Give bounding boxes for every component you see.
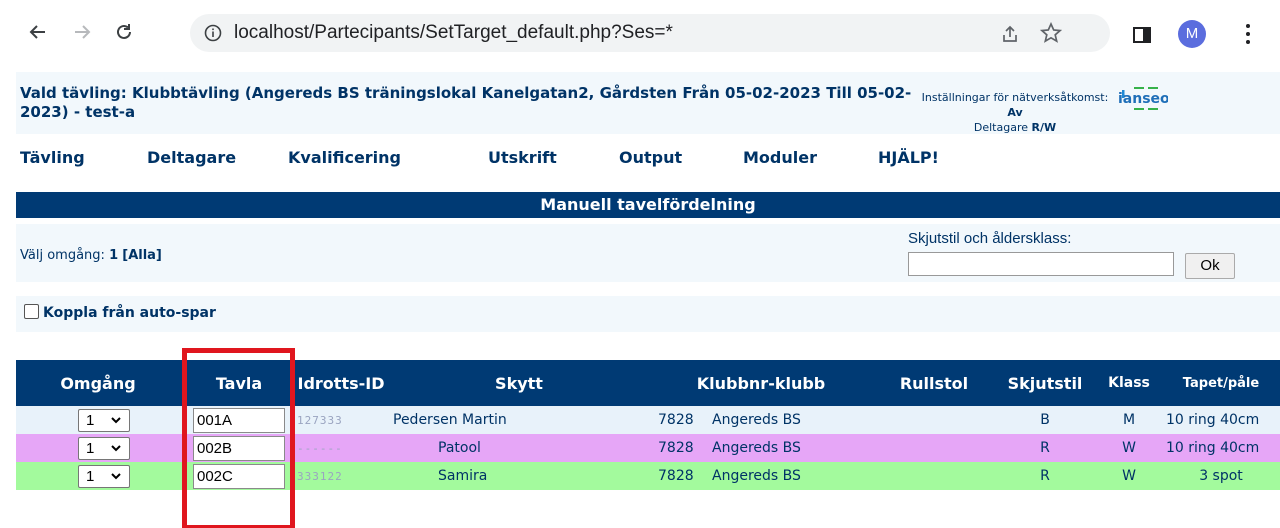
col-wheelchair: Rullstol [899,373,969,393]
archer-name: Samira [438,468,488,484]
col-class: Klass [1108,374,1150,391]
svg-text:ianseo: ianseo [1118,91,1168,107]
round-selector: Välj omgång: 1 [Alla] [20,248,162,263]
address-bar[interactable]: localhost/Partecipants/SetTarget_default… [190,14,1110,52]
menu-item-kvalificering[interactable]: Kvalificering [288,148,401,167]
archer-name: Patool [438,440,481,456]
athlete-id: 127333 [297,413,343,427]
menu-item-utskrift[interactable]: Utskrift [488,148,557,167]
participants-value: R/W [1031,121,1057,134]
network-label: Inställningar för nätverksåtkomst: [921,91,1109,104]
face-value: 10 ring 40cm [1166,412,1260,428]
reload-icon[interactable] [106,14,142,50]
round-label: Välj omgång: [20,248,105,263]
back-arrow-icon[interactable] [20,14,56,50]
round-select[interactable]: 1 [78,465,130,488]
col-style: Skjutstil [1007,373,1083,393]
side-panel-icon[interactable] [1133,27,1151,43]
kebab-menu-icon[interactable] [1245,24,1251,44]
class-value: W [1122,440,1136,456]
col-athlete-id: Idrotts-ID [297,373,385,393]
browser-toolbar: localhost/Partecipants/SetTarget_default… [0,0,1280,64]
chevron-down-icon [111,445,121,452]
club-number: 7828 [658,412,694,428]
style-class-input[interactable] [908,252,1174,276]
star-icon[interactable] [1040,22,1062,44]
menu-item-moduler[interactable]: Moduler [743,148,817,167]
network-settings[interactable]: Inställningar för nätverksåtkomst: Av De… [918,90,1112,135]
network-value: Av [1007,106,1023,119]
info-icon[interactable] [204,24,222,42]
round-current-link[interactable]: 1 [109,248,118,263]
chevron-down-icon [111,473,121,480]
chevron-down-icon [111,417,121,424]
menu-item-help[interactable]: HJÄLP! [878,148,939,167]
athlete-id: 333122 [297,469,343,483]
filter-panel: Välj omgång: 1 [Alla] Skjutstil och ålde… [16,224,1280,282]
page-content: Vald tävling: Klubbtävling (Angereds BS … [16,72,1280,528]
club-name: Angereds BS [712,468,801,484]
col-club: Klubbnr-klubb [696,373,826,393]
style-value: B [1040,412,1050,428]
col-round: Omgång [60,373,136,393]
face-value: 10 ring 40cm [1166,440,1260,456]
col-archer: Skytt [495,373,543,393]
competition-title: Vald tävling: Klubbtävling (Angereds BS … [20,84,912,121]
target-column-highlight [182,348,295,528]
menu-item-tavling[interactable]: Tävling [20,148,85,167]
autosave-label[interactable]: Koppla från auto-spar [43,305,216,321]
autosave-checkbox[interactable] [24,304,39,319]
style-value: R [1040,440,1050,456]
share-icon[interactable] [1000,24,1020,44]
athlete-id: ------ [297,441,343,455]
round-select[interactable]: 1 [78,409,130,432]
competition-header: Vald tävling: Klubbtävling (Angereds BS … [16,72,1280,134]
ok-button[interactable]: Ok [1185,253,1235,279]
url-text[interactable]: localhost/Partecipants/SetTarget_default… [234,22,673,44]
club-name: Angereds BS [712,412,801,428]
menu-item-output[interactable]: Output [619,148,682,167]
forward-arrow-icon[interactable] [64,14,100,50]
style-class-label: Skjutstil och åldersklass: [908,230,1072,247]
menu-item-deltagare[interactable]: Deltagare [147,148,236,167]
club-number: 7828 [658,440,694,456]
club-number: 7828 [658,468,694,484]
round-all-link[interactable]: [Alla] [122,248,162,263]
club-name: Angereds BS [712,440,801,456]
style-value: R [1040,468,1050,484]
section-title: Manuell tavelfördelning [16,192,1280,218]
ianseo-logo: ianseo [1118,87,1168,110]
class-value: M [1122,412,1136,428]
face-value: 3 spot [1199,468,1243,484]
class-value: W [1122,468,1136,484]
archer-name: Pedersen Martin [393,412,507,428]
autosave-panel: Koppla från auto-spar [16,296,1280,332]
participants-label: Deltagare [973,121,1028,134]
round-select[interactable]: 1 [78,437,130,460]
avatar[interactable]: M [1178,20,1206,48]
col-face: Tapet/påle [1182,375,1260,391]
